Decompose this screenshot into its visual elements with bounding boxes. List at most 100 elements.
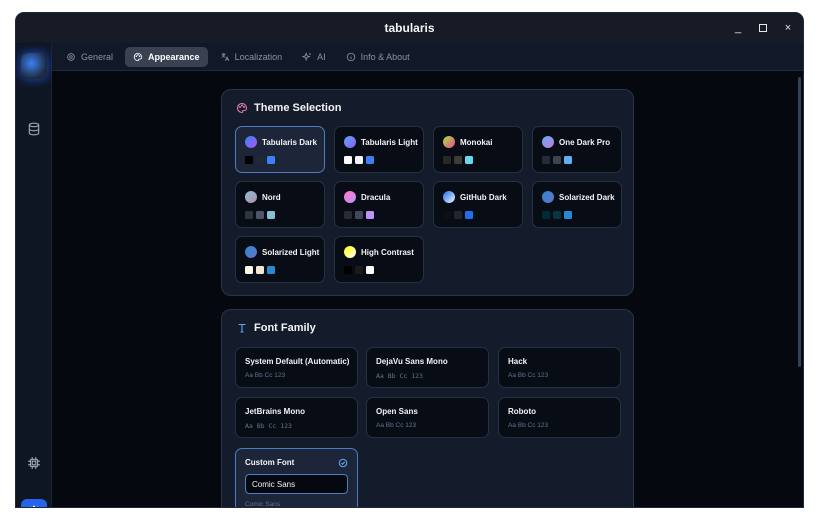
custom-font-input[interactable] — [245, 474, 348, 494]
theme-card[interactable]: Monokai — [433, 126, 523, 173]
theme-swatch — [245, 266, 253, 274]
palette-icon — [133, 52, 143, 61]
app-logo[interactable] — [21, 53, 47, 79]
theme-swatch — [443, 211, 451, 219]
theme-swatch — [366, 266, 374, 274]
tab-ai[interactable]: AI — [294, 47, 334, 67]
theme-swatch — [245, 156, 253, 164]
sparkles-icon — [302, 51, 311, 61]
theme-card[interactable]: One Dark Pro — [532, 126, 622, 173]
translate-icon — [221, 52, 229, 61]
font-section-title: Font Family — [254, 322, 316, 334]
theme-name: Tabularis Light — [361, 138, 418, 147]
theme-swatch — [344, 266, 352, 274]
theme-swatch — [564, 211, 572, 219]
window-controls: _ × — [733, 13, 793, 43]
theme-name: GitHub Dark — [460, 193, 507, 202]
check-circle-icon — [338, 458, 348, 468]
database-icon[interactable] — [24, 119, 44, 139]
theme-section-title: Theme Selection — [254, 102, 342, 114]
theme-color-dot — [542, 191, 554, 203]
theme-swatch — [245, 211, 253, 219]
theme-color-dot — [443, 136, 455, 148]
theme-card[interactable]: Solarized Dark — [532, 181, 622, 228]
tab-info-about[interactable]: Info & About — [338, 47, 418, 67]
theme-selection-panel: Theme Selection Tabularis Dark Tabularis … — [221, 89, 634, 296]
font-preview: Aa Bb Cc 123 — [376, 422, 417, 429]
custom-font-preview: Comic Sans — [245, 501, 281, 508]
theme-color-dot — [245, 191, 257, 203]
font-card[interactable]: Hack Aa Bb Cc 123 — [498, 347, 621, 388]
theme-swatch — [542, 156, 550, 164]
theme-name: Solarized Dark — [559, 193, 615, 202]
theme-card[interactable]: Tabularis Dark — [235, 126, 325, 173]
theme-color-dot — [245, 136, 257, 148]
theme-card[interactable]: GitHub Dark — [433, 181, 523, 228]
tab-label: Localization — [234, 51, 283, 62]
font-preview: Aa Bb Cc 123 — [245, 422, 292, 430]
theme-swatch — [553, 211, 561, 219]
theme-swatch — [454, 211, 462, 219]
app-window: tabularis _ × General Appearance Localiz… — [15, 12, 804, 508]
theme-color-dot — [443, 191, 455, 203]
theme-swatch — [542, 211, 550, 219]
tab-label: Appearance — [148, 51, 200, 62]
tab-localization[interactable]: Localization — [212, 47, 291, 67]
info-icon — [346, 52, 355, 61]
theme-card[interactable]: Tabularis Light — [334, 126, 424, 173]
font-name: Open Sans — [376, 407, 418, 416]
panel-header: Theme Selection — [236, 102, 341, 114]
theme-swatch — [465, 211, 473, 219]
font-card[interactable]: DejaVu Sans Mono Aa Bb Cc 123 — [366, 347, 489, 388]
theme-swatch — [267, 156, 275, 164]
settings-tabs: General Appearance Localization AI Info … — [52, 43, 803, 71]
custom-font-card[interactable]: Custom Font Comic Sans — [235, 448, 358, 508]
theme-swatch — [256, 266, 264, 274]
gear-icon — [67, 52, 75, 61]
theme-swatch — [256, 211, 264, 219]
maximize-button[interactable] — [759, 24, 767, 32]
font-preview: Aa Bb Cc 123 — [508, 422, 549, 429]
font-card[interactable]: JetBrains Mono Aa Bb Cc 123 — [235, 397, 358, 438]
theme-name: Solarized Light — [262, 248, 320, 257]
theme-swatch — [366, 156, 374, 164]
close-button[interactable]: × — [783, 22, 793, 34]
theme-card[interactable]: Dracula — [334, 181, 424, 228]
theme-swatch — [553, 156, 561, 164]
title-bar: tabularis _ × — [16, 13, 803, 43]
theme-color-dot — [245, 246, 257, 258]
scrollbar[interactable] — [798, 77, 801, 367]
theme-card[interactable]: High Contrast — [334, 236, 424, 283]
theme-swatch — [366, 211, 374, 219]
theme-swatch — [344, 211, 352, 219]
theme-swatch — [355, 211, 363, 219]
font-preview: Aa Bb Cc 123 — [508, 372, 549, 379]
font-family-panel: Font Family System Default (Automatic) Aa… — [221, 309, 634, 508]
theme-swatch — [267, 266, 275, 274]
font-name: JetBrains Mono — [245, 407, 306, 416]
font-card[interactable]: System Default (Automatic) Aa Bb Cc 123 — [235, 347, 358, 388]
theme-card[interactable]: Solarized Light — [235, 236, 325, 283]
type-icon — [238, 323, 246, 333]
panel-header: Font Family — [236, 322, 316, 334]
theme-swatch — [465, 156, 473, 164]
minimize-button[interactable]: _ — [733, 22, 743, 34]
theme-name: Dracula — [361, 193, 391, 202]
theme-swatch — [454, 156, 462, 164]
theme-swatch — [344, 156, 352, 164]
font-name: DejaVu Sans Mono — [376, 357, 448, 366]
cpu-icon[interactable] — [24, 453, 44, 473]
tab-general[interactable]: General — [58, 47, 121, 67]
tab-appearance[interactable]: Appearance — [125, 46, 208, 67]
font-name: System Default (Automatic) — [245, 357, 350, 366]
theme-color-dot — [344, 246, 356, 258]
font-name: Roboto — [508, 407, 536, 416]
font-preview: Aa Bb Cc 123 — [376, 372, 423, 380]
font-card[interactable]: Roboto Aa Bb Cc 123 — [498, 397, 621, 438]
theme-color-dot — [344, 191, 356, 203]
theme-card[interactable]: Nord — [235, 181, 325, 228]
font-card[interactable]: Open Sans Aa Bb Cc 123 — [366, 397, 489, 438]
settings-content[interactable]: Theme Selection Tabularis Dark Tabularis … — [52, 71, 803, 507]
settings-nav-button[interactable] — [21, 499, 47, 507]
theme-color-dot — [542, 136, 554, 148]
